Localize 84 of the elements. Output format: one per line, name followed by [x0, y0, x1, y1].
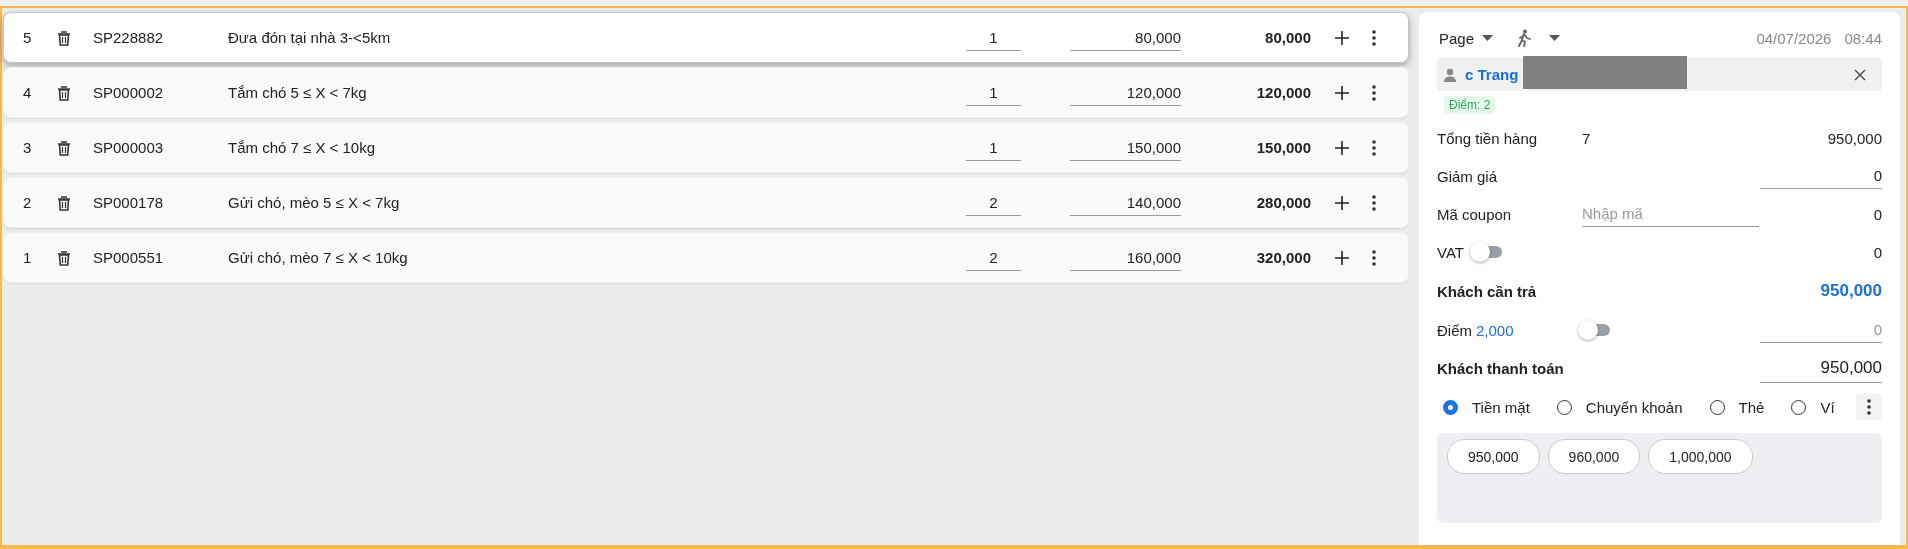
- quantity-field[interactable]: 2: [966, 189, 1021, 216]
- line-total: 150,000: [1255, 139, 1311, 156]
- summary-value: 950,000: [1827, 129, 1882, 147]
- product-name: Gửi chó, mèo 5 ≤ X < 7kg: [228, 194, 401, 211]
- amount-chip[interactable]: 950,000: [1447, 439, 1540, 474]
- line-number: 2: [23, 194, 33, 211]
- points-badge: Điểm: 2: [1444, 96, 1496, 114]
- page-dropdown[interactable]: Page: [1437, 27, 1496, 49]
- payment-option[interactable]: Thẻ: [1703, 398, 1765, 416]
- trash-icon[interactable]: [56, 83, 72, 102]
- product-code: SP000178: [93, 194, 165, 211]
- product-code: SP000002: [93, 84, 165, 101]
- caret-icon: [1482, 35, 1494, 41]
- trash-icon[interactable]: [56, 138, 72, 157]
- summary-value: 0: [1873, 243, 1882, 261]
- product-name: Gửi chó, mèo 7 ≤ X < 10kg: [228, 249, 409, 266]
- trash-icon[interactable]: [56, 193, 72, 212]
- line-total: 120,000: [1255, 84, 1311, 101]
- person-icon: [1443, 67, 1457, 82]
- order-time: 08:44: [1844, 29, 1882, 47]
- product-code: SP228882: [93, 29, 165, 46]
- plus-icon[interactable]: [1334, 139, 1350, 156]
- walk-mode-dropdown[interactable]: [1515, 27, 1563, 49]
- price-field[interactable]: 140,000: [1070, 189, 1181, 216]
- plus-icon[interactable]: [1334, 194, 1350, 211]
- product-code: SP000003: [93, 139, 165, 156]
- trash-icon[interactable]: [56, 28, 72, 47]
- summary-label: Tổng tiền hàng: [1437, 129, 1539, 147]
- customer-name[interactable]: c Trang: [1465, 66, 1519, 83]
- more-icon: [1866, 398, 1872, 416]
- plus-icon[interactable]: [1334, 249, 1350, 266]
- more-icon[interactable]: [1371, 138, 1377, 157]
- close-icon[interactable]: [1854, 68, 1866, 81]
- summary-label: Giảm giá: [1437, 167, 1499, 185]
- line-number: 1: [23, 249, 33, 266]
- summary-label: Điểm: [1437, 321, 1472, 339]
- radio-button[interactable]: [1443, 399, 1458, 415]
- quantity-field[interactable]: 1: [966, 24, 1021, 51]
- points-balance: 2,000: [1476, 321, 1514, 339]
- summary-label: Khách cần trả: [1437, 282, 1538, 300]
- trash-icon[interactable]: [56, 248, 72, 267]
- payment-option[interactable]: Chuyển khoản: [1550, 398, 1683, 416]
- more-icon[interactable]: [1371, 83, 1377, 102]
- customer-field[interactable]: c Trang: [1437, 58, 1882, 91]
- product-name: Tắm chó 5 ≤ X < 7kg: [228, 84, 368, 101]
- amount-due: 950,000: [1820, 281, 1882, 301]
- points-field[interactable]: 0: [1760, 317, 1882, 343]
- product-name: Tắm chó 7 ≤ X < 10kg: [228, 139, 377, 156]
- quantity-field[interactable]: 1: [966, 134, 1021, 161]
- price-field[interactable]: 80,000: [1070, 24, 1181, 51]
- more-icon[interactable]: [1371, 248, 1377, 267]
- line-total: 280,000: [1255, 194, 1311, 211]
- price-field[interactable]: 150,000: [1070, 134, 1181, 161]
- line-number: 4: [23, 84, 33, 101]
- more-button[interactable]: [1856, 394, 1882, 420]
- line-total: 80,000: [1264, 29, 1311, 46]
- summary-label: VAT: [1437, 243, 1464, 261]
- coupon-field[interactable]: Nhập mã: [1582, 201, 1759, 227]
- plus-icon[interactable]: [1334, 84, 1350, 101]
- price-field[interactable]: 160,000: [1070, 244, 1181, 271]
- summary-label: Khách thanh toán: [1437, 359, 1565, 377]
- caret-icon: [1549, 35, 1561, 41]
- payment-option[interactable]: Tiền mặt: [1437, 398, 1530, 416]
- more-icon[interactable]: [1371, 28, 1377, 47]
- payment-field[interactable]: 950,000: [1760, 353, 1882, 383]
- line-total: 320,000: [1255, 249, 1311, 266]
- line-number: 3: [23, 139, 33, 156]
- plus-icon[interactable]: [1334, 29, 1350, 46]
- item-count: 7: [1582, 129, 1591, 147]
- product-name: Đưa đón tại nhà 3-<5km: [228, 29, 392, 46]
- payment-option[interactable]: Ví: [1785, 398, 1835, 416]
- amount-chip[interactable]: 960,000: [1547, 439, 1641, 474]
- walking-person-icon: [1517, 29, 1532, 47]
- amount-chip[interactable]: 1,000,000: [1648, 439, 1753, 474]
- order-date: 04/07/2026: [1756, 29, 1832, 47]
- price-field[interactable]: 120,000: [1070, 79, 1181, 106]
- more-icon[interactable]: [1371, 193, 1377, 212]
- quantity-field[interactable]: 2: [966, 244, 1021, 271]
- product-code: SP000551: [93, 249, 165, 266]
- summary-label: Mã coupon: [1437, 205, 1513, 223]
- quantity-field[interactable]: 1: [966, 79, 1021, 106]
- line-number: 5: [23, 29, 33, 46]
- summary-value: 0: [1873, 205, 1882, 223]
- discount-field[interactable]: 0: [1760, 163, 1882, 189]
